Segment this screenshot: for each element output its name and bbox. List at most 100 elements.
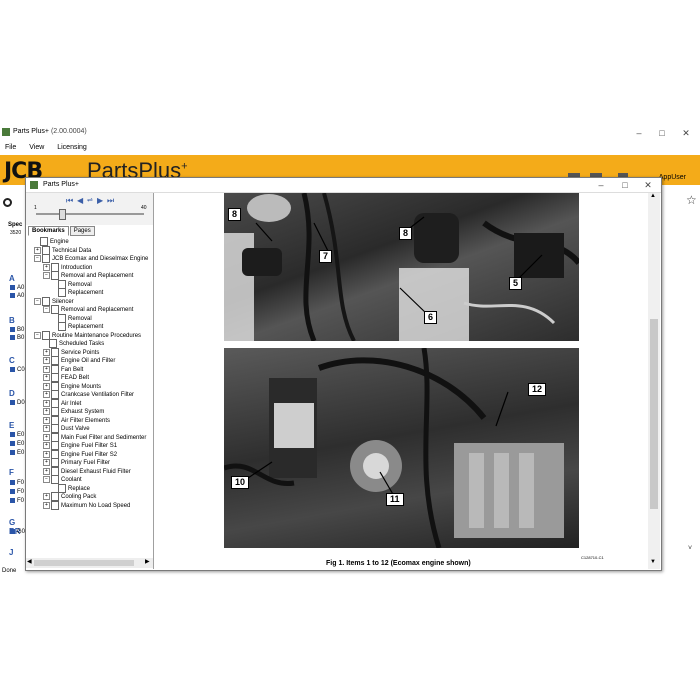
document-page: 8 7 8 5 6 12 10 11 C128710-C1 Fig 1. Ite… (154, 193, 649, 569)
expand-toggle-icon[interactable]: + (43, 365, 50, 373)
expand-toggle-icon[interactable]: + (43, 467, 50, 475)
expand-toggle-icon[interactable]: + (43, 408, 50, 415)
expand-toggle-icon[interactable]: + (43, 493, 50, 500)
user-menu[interactable]: AppUser (659, 174, 686, 181)
list-item[interactable]: A0 (10, 293, 24, 299)
viewer-minimize-icon[interactable]: – (594, 179, 608, 191)
scroll-down-icon[interactable]: ▼ (650, 559, 656, 565)
expand-toggle-icon[interactable]: + (43, 391, 50, 398)
expand-toggle-icon[interactable]: + (43, 433, 50, 441)
list-item[interactable]: A0 (10, 285, 24, 291)
list-item[interactable]: F0 (10, 480, 24, 486)
scroll-left-icon[interactable]: ◀ (27, 558, 32, 565)
list-item[interactable]: F0 (10, 489, 24, 495)
viewer-maximize-icon[interactable]: □ (618, 179, 632, 191)
tree-node-label: Diesel Exhaust Fluid Filter (61, 468, 131, 475)
first-page-icon[interactable]: ⏮ (66, 196, 73, 206)
expand-toggle-icon[interactable]: + (34, 246, 41, 254)
expand-toggle-icon[interactable]: + (43, 442, 50, 449)
letter-heading: B (9, 316, 15, 325)
list-item[interactable]: F0 (10, 498, 24, 504)
outer-titlebar: Parts Plus+ (2.00.0004) – □ ✕ (0, 124, 700, 141)
tree-horizontal-scrollbar[interactable]: ◀ ▶ (26, 558, 153, 568)
expand-toggle-icon[interactable]: + (43, 374, 50, 381)
close-icon[interactable]: ✕ (679, 127, 693, 139)
status-text: Done (2, 568, 17, 574)
expand-toggle-icon[interactable]: + (43, 450, 50, 458)
tree-node-label: Introduction (61, 264, 93, 271)
page-slider-handle[interactable] (59, 209, 66, 220)
minimize-icon[interactable]: – (632, 127, 646, 139)
tree-node-label: Replacement (68, 290, 104, 297)
expand-toggle-icon[interactable]: − (43, 306, 50, 313)
prev-page-icon[interactable]: ◀ (77, 196, 83, 205)
tree-node-label: Scheduled Tasks (59, 341, 105, 348)
expand-toggle-icon[interactable]: + (43, 382, 50, 390)
status-bar: Done (0, 568, 700, 576)
figure-code: C128710-C1 (581, 555, 604, 560)
expand-toggle-icon[interactable]: + (43, 348, 50, 356)
letter-heading: D (9, 389, 15, 398)
expand-toggle-icon[interactable]: − (34, 255, 41, 262)
list-item[interactable]: G0 (10, 529, 25, 535)
tree-node-label: Replace (68, 485, 91, 492)
tree-scroll-thumb[interactable] (34, 560, 134, 566)
menu-bar: File View Licensing (0, 142, 700, 154)
expand-toggle-icon[interactable]: + (43, 501, 50, 509)
list-item[interactable]: B0 (10, 335, 24, 341)
list-item[interactable]: E0 (10, 432, 24, 438)
menu-file[interactable]: File (5, 142, 16, 154)
tree-node-label: Engine Fuel Filter S1 (61, 443, 118, 450)
document-scroll-thumb[interactable] (650, 319, 658, 509)
tree-node-label: Air Filter Elements (61, 417, 111, 424)
viewer-close-icon[interactable]: ✕ (641, 179, 655, 191)
tree-node-label: Removal and Replacement (61, 307, 134, 314)
document-vertical-scrollbar[interactable]: ▲ ▼ (648, 193, 660, 569)
tab-bookmarks[interactable]: Bookmarks (28, 226, 69, 236)
back-icon[interactable] (3, 198, 12, 207)
engine-illustration (224, 348, 564, 548)
expand-icon[interactable]: ˅ (688, 545, 692, 552)
expand-toggle-icon[interactable]: + (43, 399, 50, 407)
letter-heading: J (9, 548, 14, 557)
menu-view[interactable]: View (29, 142, 44, 154)
callout-label: 11 (386, 493, 404, 506)
tab-pages[interactable]: Pages (69, 226, 95, 236)
scroll-up-icon[interactable]: ▲ (650, 193, 656, 199)
menu-licensing[interactable]: Licensing (57, 142, 87, 154)
list-item[interactable]: E0 (10, 441, 24, 447)
favorite-icon[interactable]: ☆ (686, 193, 697, 207)
scroll-right-icon[interactable]: ▶ (145, 558, 150, 565)
expand-toggle-icon[interactable]: + (43, 416, 50, 424)
expand-toggle-icon[interactable]: + (43, 357, 50, 364)
expand-toggle-icon[interactable]: − (34, 331, 41, 339)
tree-node-label: Primary Fuel Filter (61, 460, 111, 467)
letter-heading: E (9, 421, 15, 430)
page-slider[interactable] (36, 213, 144, 215)
list-item[interactable]: E0 (10, 450, 24, 456)
tree-node-label: Engine Mounts (61, 383, 102, 390)
app-title: Parts Plus+ (2.00.0004) (13, 128, 87, 135)
list-item[interactable]: C0 (10, 367, 25, 373)
page-field-icon[interactable]: ⇌ (87, 196, 93, 204)
bookmark-tree: Engine + Technical Data − JCB Ecomax and Die… (26, 237, 151, 557)
list-item[interactable]: D0 (10, 400, 25, 406)
list-item[interactable]: B0 (10, 327, 24, 333)
expand-toggle-icon[interactable]: + (43, 459, 50, 466)
next-page-icon[interactable]: ▶ (97, 196, 103, 205)
expand-toggle-icon[interactable]: − (34, 297, 41, 305)
expand-toggle-icon[interactable]: − (43, 476, 50, 483)
expand-toggle-icon[interactable]: + (43, 263, 50, 271)
expand-toggle-icon[interactable]: − (43, 272, 50, 279)
tree-node-label: Removal (68, 281, 92, 288)
tree-node-label: Technical Data (52, 247, 92, 254)
tree-node[interactable]: + Maximum No Load Speed (43, 500, 130, 510)
tree-node-label: Engine Fuel Filter S2 (61, 451, 118, 458)
last-page-icon[interactable]: ⏭ (107, 196, 114, 206)
maximize-icon[interactable]: □ (655, 127, 669, 139)
letter-heading: F (9, 468, 14, 477)
expand-toggle-icon[interactable]: + (43, 425, 50, 432)
engine-photo-bottom: 12 10 11 (224, 348, 579, 548)
